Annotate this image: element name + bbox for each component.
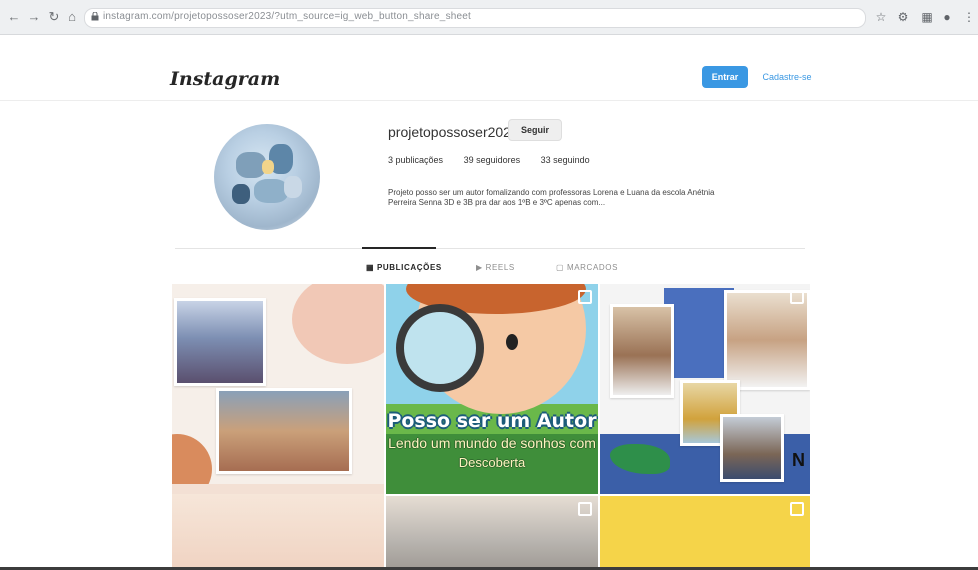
reload-icon[interactable]: ↻ <box>46 9 62 25</box>
post-subtitle: Lendo um mundo de sonhos com <box>388 435 596 451</box>
following-count[interactable]: 33 seguindo <box>541 155 590 165</box>
post-thumbnail[interactable] <box>172 494 384 570</box>
login-button[interactable]: Entrar <box>702 66 748 88</box>
tab-reels-label: REELS <box>485 263 515 272</box>
post-title: Posso ser um Autor <box>387 410 597 432</box>
profile-icon[interactable]: ● <box>940 10 954 24</box>
posts-count: 3 publicações <box>388 155 444 165</box>
profile-stats: 3 publicações 39 seguidores 33 seguindo <box>388 155 608 165</box>
forward-icon[interactable]: → <box>26 9 42 25</box>
selfie-photo <box>724 290 810 390</box>
magnifying-glass-icon <box>396 304 484 392</box>
post-thumbnail[interactable]: Posso ser um Autor Lendo um mundo de son… <box>386 284 598 494</box>
menu-icon[interactable]: ⋮ <box>962 10 976 24</box>
carousel-icon <box>578 290 592 304</box>
selfie-photo <box>720 414 784 482</box>
post-thumbnail[interactable] <box>600 496 810 570</box>
sidebar-icon[interactable]: ▦ <box>920 10 934 24</box>
address-bar[interactable]: instagram.com/projetopossoser2023/?utm_s… <box>84 8 866 28</box>
lock-icon <box>91 12 99 21</box>
tabs-divider <box>175 248 805 249</box>
tab-reels[interactable]: ▶ REELS <box>476 263 515 272</box>
signup-link[interactable]: Cadastre-se <box>757 66 817 88</box>
back-icon[interactable]: ← <box>6 9 22 25</box>
browser-toolbar: ← → ↻ ⌂ instagram.com/projetopossoser202… <box>0 0 978 35</box>
instagram-logo[interactable]: Instagram <box>170 68 280 90</box>
profile-username: projetopossoser2023 <box>388 124 519 140</box>
post-thumbnail[interactable]: N <box>600 284 810 494</box>
carousel-icon <box>790 290 804 304</box>
followers-count[interactable]: 39 seguidores <box>464 155 521 165</box>
carousel-icon <box>790 502 804 516</box>
tab-tagged-label: MARCADOS <box>566 263 619 272</box>
profile-bio: Projeto posso ser um autor fomalizando c… <box>388 188 788 208</box>
post-background <box>172 494 384 570</box>
carousel-icon <box>578 502 592 516</box>
decorative-shape <box>292 284 384 364</box>
tab-posts-label: PUBLICAÇÕES <box>376 263 442 272</box>
url-text: instagram.com/projetopossoser2023/?utm_s… <box>103 11 472 22</box>
profile-avatar[interactable] <box>214 124 320 230</box>
selfie-photo <box>610 304 674 398</box>
bio-line: Projeto posso ser um autor fomalizando c… <box>388 188 715 197</box>
follow-button[interactable]: Seguir <box>508 119 562 141</box>
tab-tagged[interactable]: ▢ MARCADOS <box>556 263 618 272</box>
home-icon[interactable]: ⌂ <box>64 9 80 25</box>
character-eye <box>506 334 518 350</box>
instagram-header <box>0 44 978 101</box>
post-subtitle: Descoberta <box>458 455 526 470</box>
post-background <box>386 496 598 570</box>
group-photo <box>174 298 266 386</box>
bio-line: Perreira Senna 3D e 3B pra dar aos 1ºB e… <box>388 198 606 207</box>
extensions-icon[interactable]: ⚙ <box>896 10 910 24</box>
active-tab-indicator <box>362 247 436 249</box>
tab-posts[interactable]: ▦ PUBLICAÇÕES <box>366 263 442 272</box>
star-icon[interactable]: ☆ <box>874 10 888 24</box>
classroom-photo <box>216 388 352 474</box>
post-thumbnail[interactable] <box>386 496 598 570</box>
post-letter: N <box>792 450 805 470</box>
